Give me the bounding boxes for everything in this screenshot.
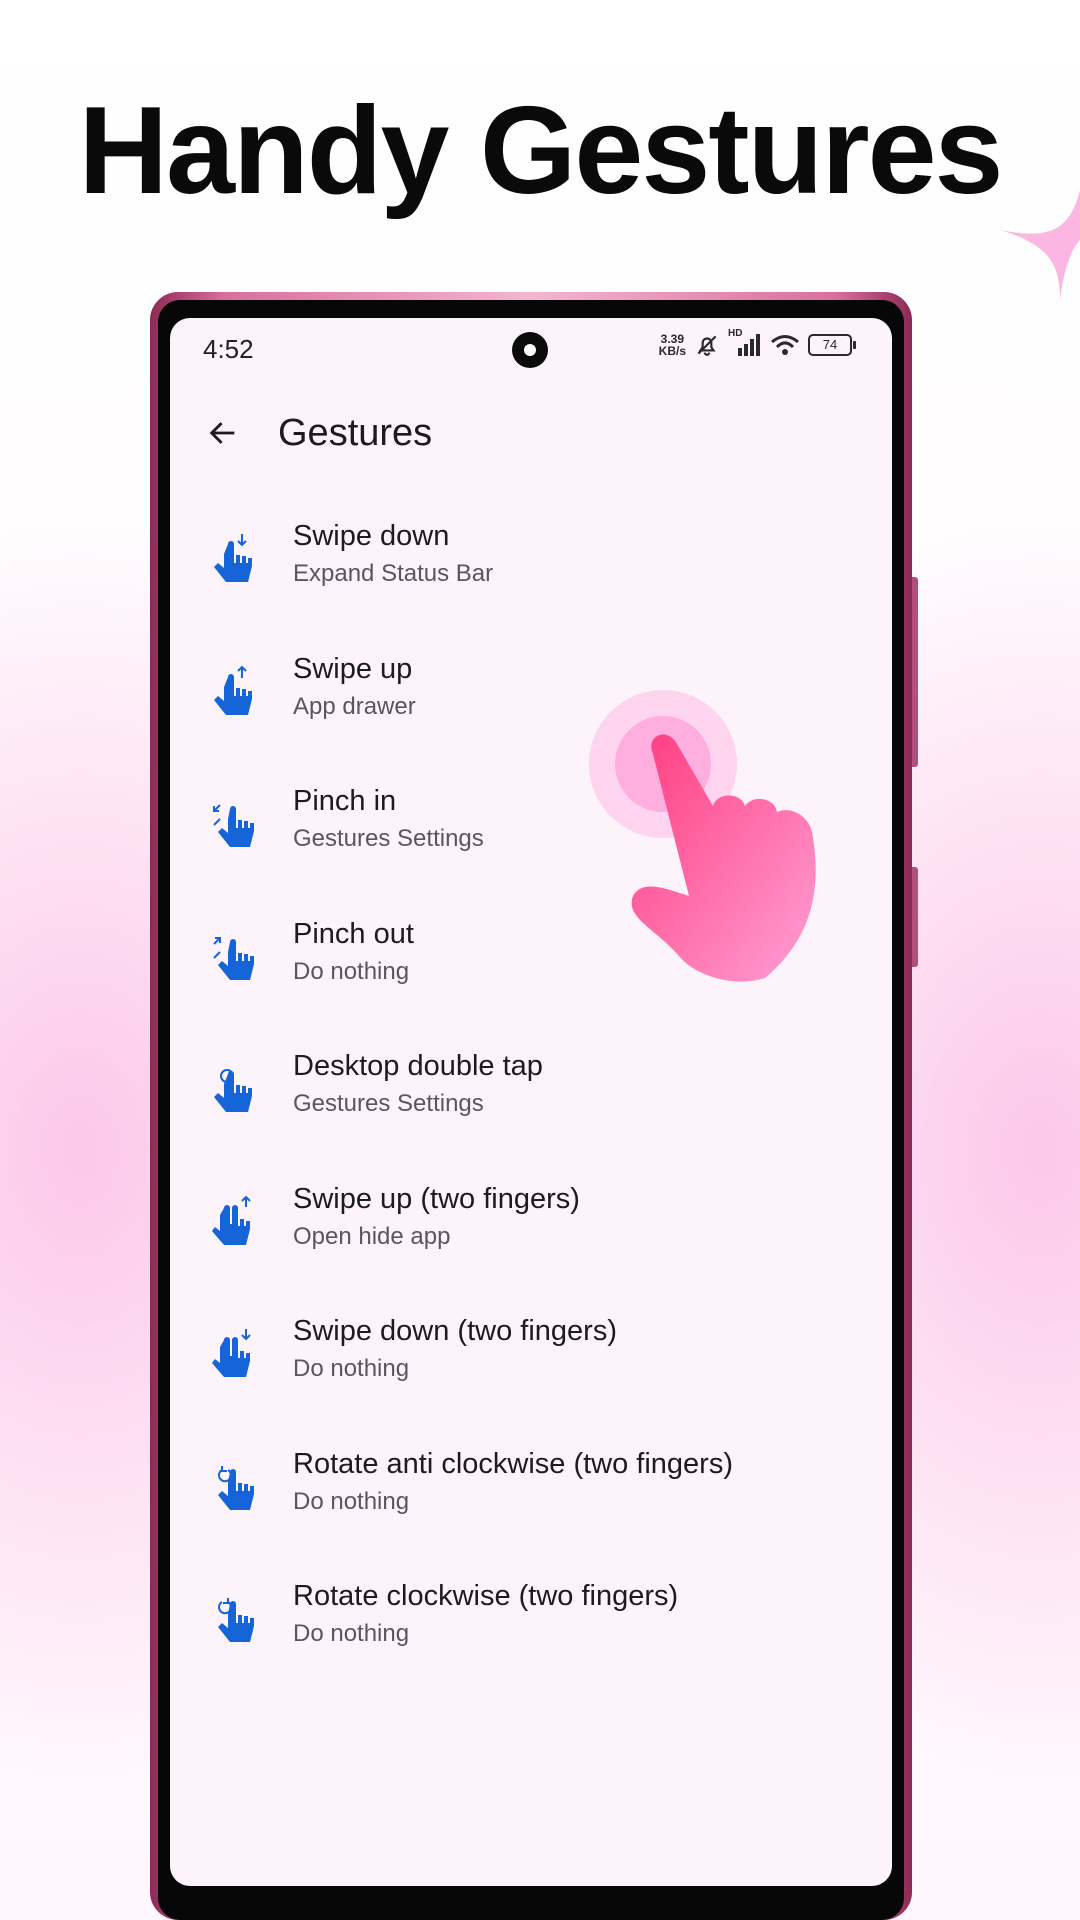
two-finger-swipe-down-icon	[212, 1329, 251, 1377]
back-button[interactable]	[198, 408, 248, 458]
gesture-action: Expand Status Bar	[293, 560, 494, 587]
front-camera	[512, 332, 548, 368]
gesture-item-swipe-down[interactable]: Swipe down Expand Status Bar	[170, 506, 892, 639]
pinch-out-icon	[213, 936, 254, 980]
wifi-icon	[771, 335, 799, 355]
gesture-title: Rotate clockwise (two fingers)	[293, 1580, 679, 1612]
gesture-item-double-tap[interactable]: Desktop double tap Gestures Settings	[170, 1036, 892, 1169]
status-icons: 3.39 KB/s HD 74	[658, 328, 856, 358]
gesture-title: Swipe up (two fingers)	[293, 1182, 580, 1215]
gesture-action: Gestures Settings	[293, 1090, 484, 1117]
gesture-item-rotate-clockwise[interactable]: Rotate clockwise (two fingers) Do nothin…	[170, 1566, 892, 1699]
gesture-action: Gestures Settings	[293, 825, 484, 852]
bell-off-icon	[697, 335, 717, 356]
net-speed: 3.39 KB/s	[658, 332, 686, 358]
gesture-action: Do nothing	[293, 1620, 410, 1647]
gesture-title: Swipe down (two fingers)	[293, 1315, 617, 1347]
gesture-item-rotate-anticlockwise[interactable]: Rotate anti clockwise (two fingers) Do n…	[170, 1434, 892, 1567]
gesture-action: Do nothing	[293, 1355, 410, 1382]
gesture-title: Swipe down	[293, 520, 450, 552]
status-time: 4:52	[203, 334, 254, 364]
sparkle-decoration-icon	[1000, 190, 1080, 300]
battery-icon: 74	[808, 334, 856, 356]
gesture-title: Swipe up	[293, 652, 413, 685]
gesture-title: Rotate anti clockwise (two fingers)	[293, 1447, 733, 1480]
gesture-title: Desktop double tap	[293, 1050, 543, 1082]
gesture-action: Do nothing	[293, 957, 410, 985]
swipe-down-icon	[214, 534, 252, 582]
page-title: Gestures	[278, 412, 433, 454]
gesture-action: Open hide app	[293, 1222, 451, 1250]
pointing-hand-icon	[589, 690, 816, 982]
gesture-item-two-finger-swipe-up[interactable]: Swipe up (two fingers) Open hide app	[170, 1169, 892, 1302]
arrow-left-icon	[209, 422, 235, 444]
app-bar: Gestures	[170, 398, 892, 468]
swipe-up-icon	[214, 665, 252, 715]
rotate-anticlockwise-icon	[218, 1465, 254, 1510]
signal-icon: HD	[728, 328, 762, 358]
promo-headline: Handy Gestures	[78, 82, 1003, 220]
gesture-title: Pinch in	[293, 785, 397, 817]
gesture-title: Pinch out	[293, 917, 414, 950]
gesture-action: App drawer	[293, 692, 416, 720]
two-finger-swipe-up-icon	[212, 1195, 251, 1245]
promo-page: Handy Gestures 4:52 3.39 KB/s HD 74 Gest…	[0, 0, 1080, 1920]
phone-screen: 4:52 3.39 KB/s HD 74 Gestures Swipe down…	[170, 318, 892, 1886]
pinch-in-icon	[213, 804, 254, 847]
gesture-action: Do nothing	[293, 1487, 410, 1515]
gesture-item-two-finger-swipe-down[interactable]: Swipe down (two fingers) Do nothing	[170, 1301, 892, 1434]
status-bar: 4:52 3.39 KB/s HD 74	[170, 318, 892, 378]
double-tap-icon	[214, 1069, 252, 1112]
rotate-clockwise-icon	[218, 1598, 254, 1642]
gesture-list: Swipe down Expand Status Bar Swipe up Ap…	[170, 506, 892, 1699]
